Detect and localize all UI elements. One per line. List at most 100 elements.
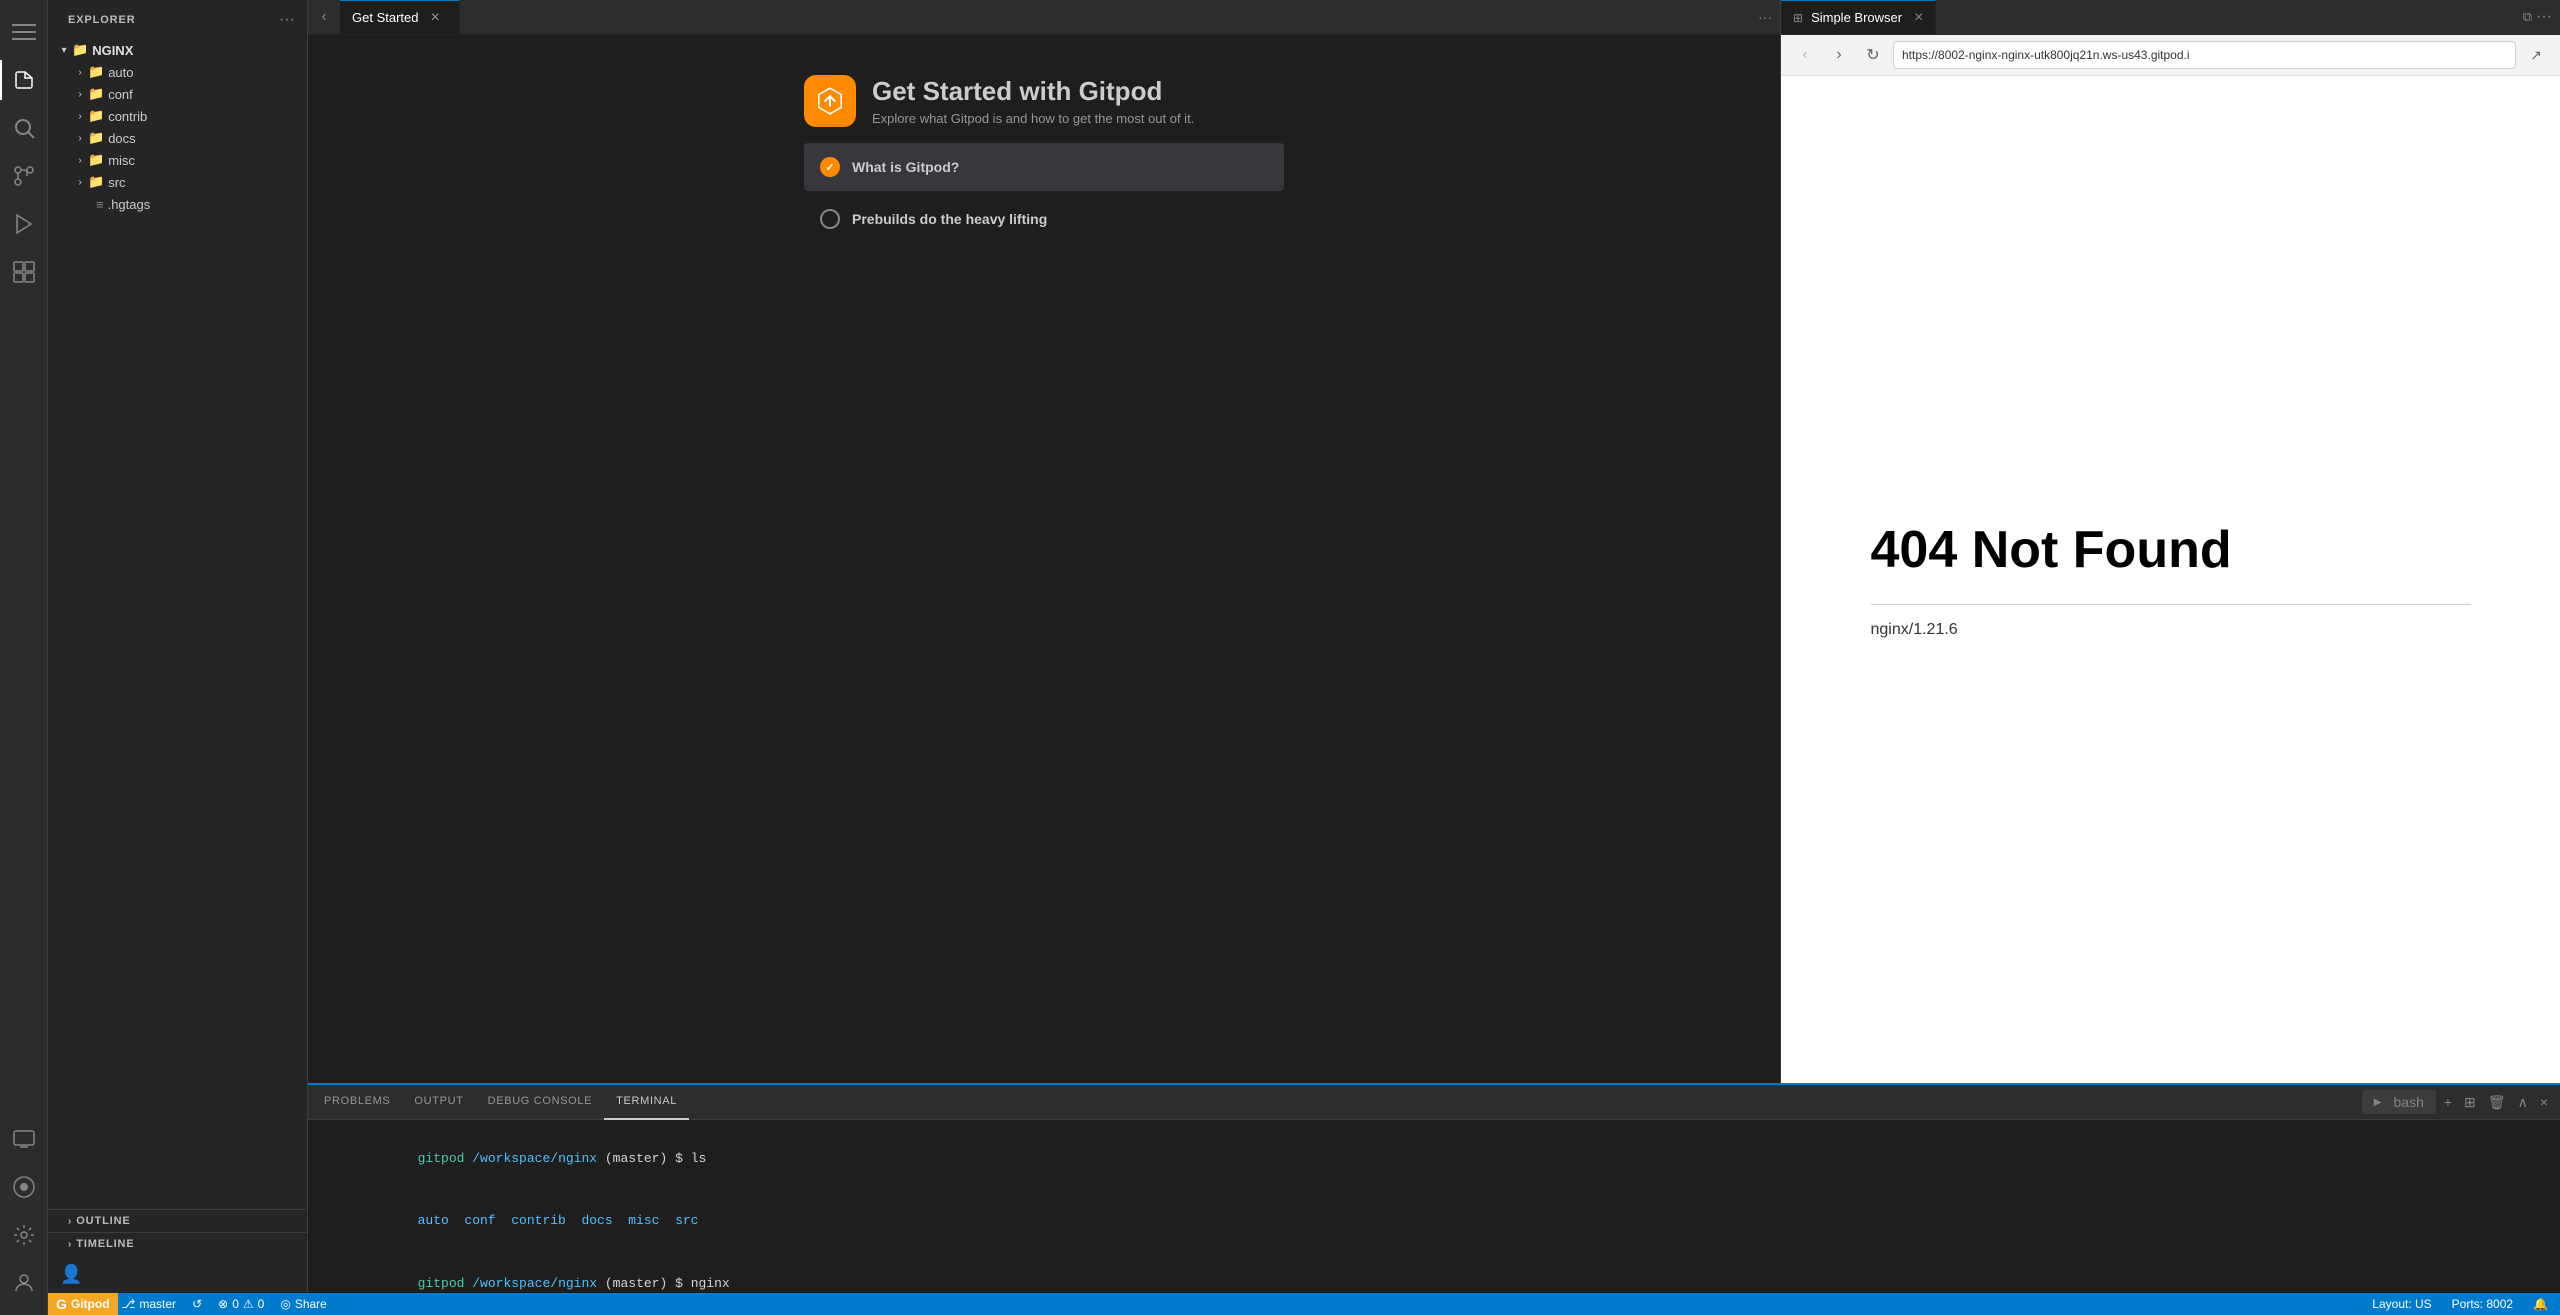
menu-button[interactable]	[0, 8, 48, 56]
bell-icon[interactable]: 🔔	[2529, 1297, 2552, 1311]
gs-item-what-is-gitpod[interactable]: What is Gitpod?	[804, 143, 1284, 191]
ports-label[interactable]: Ports: 8002	[2448, 1297, 2517, 1311]
folder-label-src: src	[108, 175, 125, 190]
collapse-panel-button[interactable]: ‹	[308, 0, 340, 34]
gitpod-button[interactable]	[0, 1163, 48, 1211]
folder-icon-docs: 📁	[88, 130, 104, 146]
account-icon: 👤	[60, 1264, 82, 1285]
tab-problems[interactable]: PROBLEMS	[312, 1085, 402, 1120]
terminal-maximize-button[interactable]: ∧	[2514, 1092, 2532, 1113]
account-button[interactable]	[0, 1259, 48, 1307]
tree-item-nginx[interactable]: ▾ 📁 NGINX	[48, 39, 307, 61]
errors-count: 0	[232, 1297, 239, 1311]
explorer-button[interactable]	[0, 56, 48, 104]
sidebar-more-icon[interactable]: ···	[279, 11, 295, 29]
branch-icon: ⎇	[122, 1297, 136, 1311]
folder-arrow-misc: ›	[72, 155, 88, 166]
errors-button[interactable]: ⊗ 0 ⚠ 0	[214, 1297, 268, 1311]
settings-button[interactable]	[0, 1211, 48, 1259]
gs-label-what-is-gitpod: What is Gitpod?	[852, 159, 959, 175]
folder-label-conf: conf	[108, 87, 133, 102]
folder-arrow-nginx: ▾	[56, 45, 72, 56]
terminal-add-button[interactable]: +	[2440, 1092, 2456, 1112]
tab-output[interactable]: OUTPUT	[402, 1085, 475, 1120]
split-editor-icon[interactable]: ⧉	[2523, 9, 2532, 25]
layout-label[interactable]: Layout: US	[2368, 1297, 2435, 1311]
tab-get-started-close[interactable]: ×	[430, 10, 439, 26]
browser-forward-button[interactable]: ›	[1825, 41, 1853, 69]
status-right: Layout: US Ports: 8002 🔔	[2368, 1297, 2552, 1311]
tab-get-started-label: Get Started	[352, 10, 418, 25]
terminal-line-1: gitpod /workspace/nginx (master) $ ls	[324, 1128, 2544, 1190]
tab-problems-label: PROBLEMS	[324, 1095, 390, 1107]
tab-simple-browser[interactable]: ⊞ Simple Browser ×	[1781, 0, 1936, 34]
terminal-user-1: gitpod	[418, 1151, 465, 1166]
tree-item-contrib[interactable]: › 📁 contrib	[48, 105, 307, 127]
tab-terminal[interactable]: TERMINAL	[604, 1085, 689, 1120]
browser-tab-bar: ⊞ Simple Browser × ⧉ ···	[1781, 0, 2560, 35]
source-control-button[interactable]	[0, 152, 48, 200]
get-started-subtitle: Explore what Gitpod is and how to get th…	[872, 111, 1194, 126]
remote-explorer-button[interactable]	[0, 1115, 48, 1163]
gs-item-prebuilds[interactable]: Prebuilds do the heavy lifting	[804, 195, 1284, 243]
browser-refresh-button[interactable]: ↻	[1859, 41, 1887, 69]
folder-icon-conf: 📁	[88, 86, 104, 102]
tree-item-src[interactable]: › 📁 src	[48, 171, 307, 193]
terminal-tabs: PROBLEMS OUTPUT DEBUG CONSOLE TERMINAL ▶	[308, 1085, 2560, 1120]
outline-section: › OUTLINE	[48, 1209, 307, 1232]
tree-item-misc[interactable]: › 📁 misc	[48, 149, 307, 171]
terminal-body[interactable]: gitpod /workspace/nginx (master) $ ls au…	[308, 1120, 2560, 1293]
404-container: 404 Not Found nginx/1.21.6	[1871, 520, 2471, 639]
browser-open-external-button[interactable]: ↗	[2522, 41, 2550, 69]
collapse-icon: ‹	[321, 8, 326, 26]
timeline-header[interactable]: › TIMELINE	[48, 1233, 307, 1255]
terminal-split-button[interactable]: ⊞	[2460, 1092, 2480, 1113]
terminal-bash-tag[interactable]: ▶ bash	[2362, 1090, 2436, 1114]
get-started-header-text: Get Started with Gitpod Explore what Git…	[872, 76, 1194, 126]
gitpod-status-button[interactable]: G Gitpod	[48, 1293, 118, 1315]
outline-label: OUTLINE	[76, 1215, 130, 1227]
file-tree: ▾ 📁 NGINX › 📁 auto › 📁 conf	[48, 35, 307, 1209]
browser-back-button[interactable]: ‹	[1791, 41, 1819, 69]
account-item[interactable]: 👤	[48, 1263, 307, 1285]
terminal-path-2: /workspace/nginx	[472, 1276, 597, 1291]
browser-more-icon[interactable]: ···	[2536, 8, 2552, 26]
share-icon: ◎	[280, 1297, 290, 1311]
tree-item-auto[interactable]: › 📁 auto	[48, 61, 307, 83]
file-label-hgtags: .hgtags	[108, 197, 151, 212]
sync-button[interactable]: ↺	[188, 1297, 206, 1311]
branch-button[interactable]: ⎇ master	[118, 1297, 181, 1311]
terminal-cmd-2: (master) $ nginx	[597, 1276, 730, 1291]
folder-label-contrib: contrib	[108, 109, 147, 124]
gs-check-prebuilds	[820, 209, 840, 229]
errors-icon: ⊗	[218, 1297, 228, 1311]
tree-item-hgtags[interactable]: › ≡ .hgtags	[48, 193, 307, 215]
tab-debug-console[interactable]: DEBUG CONSOLE	[476, 1085, 605, 1120]
terminal-kill-button[interactable]: 🗑	[2484, 1092, 2510, 1113]
tree-item-conf[interactable]: › 📁 conf	[48, 83, 307, 105]
browser-tab-label: Simple Browser	[1811, 10, 1902, 25]
outline-header[interactable]: › OUTLINE	[48, 1210, 307, 1232]
more-actions-icon[interactable]: ···	[1758, 9, 1772, 25]
share-button[interactable]: ◎ Share	[276, 1297, 331, 1311]
folder-arrow-src: ›	[72, 177, 88, 188]
browser-url-input[interactable]	[1893, 41, 2516, 69]
tab-get-started[interactable]: Get Started ×	[340, 0, 460, 34]
terminal-close-button[interactable]: ×	[2536, 1092, 2552, 1112]
left-tab-actions: ···	[1746, 0, 1780, 34]
folder-arrow-docs: ›	[72, 133, 88, 144]
run-debug-button[interactable]	[0, 200, 48, 248]
terminal-shell-icon: ▶	[2370, 1095, 2386, 1110]
branch-label: master	[139, 1297, 176, 1311]
status-left: ⎇ master ↺ ⊗ 0 ⚠ 0 ◎ Share	[118, 1297, 331, 1311]
extensions-button[interactable]	[0, 248, 48, 296]
search-button[interactable]	[0, 104, 48, 152]
file-icon-hgtags: ≡	[96, 197, 104, 212]
tree-item-docs[interactable]: › 📁 docs	[48, 127, 307, 149]
folder-arrow-contrib: ›	[72, 111, 88, 122]
activity-bar	[0, 0, 48, 1315]
terminal-line-2: auto conf contrib docs misc src	[324, 1190, 2544, 1252]
browser-tab-close[interactable]: ×	[1914, 9, 1923, 27]
warnings-icon: ⚠	[243, 1297, 254, 1311]
folder-icon-nginx: 📁	[72, 42, 88, 58]
